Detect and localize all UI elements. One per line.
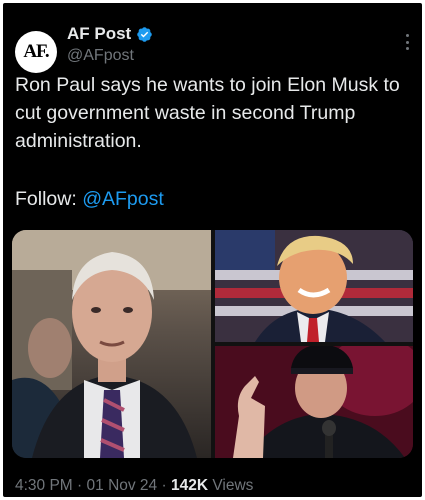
ron-paul-photo[interactable] [12, 230, 211, 458]
separator-dot: · [72, 477, 87, 494]
tweet-card[interactable]: AF. AF Post @AFpost Ron Paul says he wan… [3, 3, 422, 497]
tweet-text: Ron Paul says he wants to join Elon Musk… [15, 74, 400, 152]
views-count[interactable]: 142K [171, 477, 208, 494]
tweet-time[interactable]: 4:30 PM [15, 477, 73, 494]
display-name[interactable]: AF Post [67, 24, 131, 44]
follow-line: Follow: @AFpost [15, 185, 164, 213]
avatar-logo-text: AF. [23, 41, 49, 62]
views-label: Views [208, 477, 254, 494]
elon-musk-photo[interactable] [215, 346, 413, 458]
donald-trump-photo[interactable] [215, 230, 413, 342]
tweet-metadata: 4:30 PM · 01 Nov 24 · 142K Views [15, 477, 253, 495]
verified-badge-icon [136, 26, 153, 43]
tweet-date[interactable]: 01 Nov 24 [87, 477, 158, 494]
author-name-row[interactable]: AF Post [67, 24, 153, 44]
separator-dot: · [157, 477, 171, 494]
media-grid[interactable] [12, 230, 413, 458]
author-handle[interactable]: @AFpost [67, 47, 134, 65]
follow-label: Follow: [15, 188, 83, 210]
more-options-icon[interactable] [400, 31, 414, 53]
follow-handle-link[interactable]: @AFpost [82, 188, 164, 210]
screenshot-frame: AF. AF Post @AFpost Ron Paul says he wan… [0, 0, 425, 500]
avatar[interactable]: AF. [15, 31, 57, 73]
